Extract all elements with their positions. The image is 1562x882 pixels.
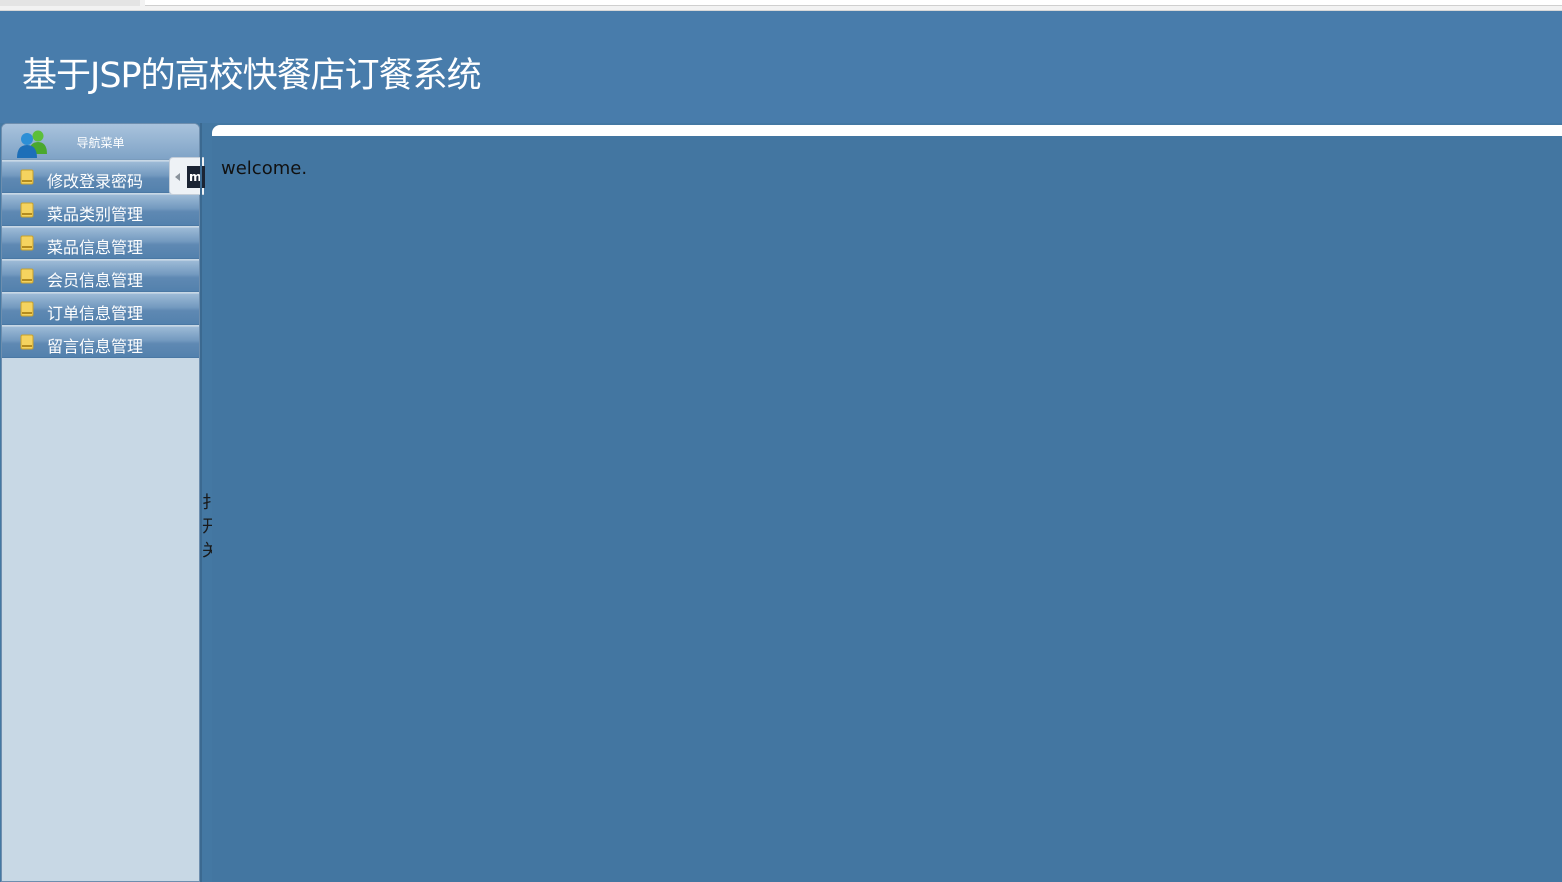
chevron-left-icon (175, 173, 180, 181)
collapse-badge: m (187, 166, 205, 188)
sidebar-heading-label: 导航菜单 (76, 136, 125, 150)
browser-tab-edge (0, 0, 140, 6)
browser-top-strip (0, 0, 1562, 11)
sidebar-item-label: 会员信息管理 (47, 271, 144, 290)
sidebar-item-label: 修改登录密码 (47, 172, 144, 191)
welcome-text: welcome. (221, 158, 308, 179)
folder-icon (20, 334, 34, 350)
sidebar-heading: 导航菜单 (2, 124, 199, 160)
folder-icon (20, 235, 34, 251)
sidebar-item-label: 留言信息管理 (47, 337, 144, 356)
sidebar: 导航菜单 修改登录密码 菜品类别管理 菜品信息管理 会员信息管理 订单信息管理 … (1, 123, 200, 882)
sidebar-item-dish-info[interactable]: 菜品信息管理 (2, 227, 199, 259)
folder-icon (20, 268, 34, 284)
sidebar-item-member-info[interactable]: 会员信息管理 (2, 260, 199, 292)
page-title: 基于JSP的高校快餐店订餐系统 (22, 56, 482, 96)
browser-address-bar-edge (145, 0, 1562, 6)
sidebar-item-message-info[interactable]: 留言信息管理 (2, 326, 199, 358)
sidebar-item-dish-category[interactable]: 菜品类别管理 (2, 194, 199, 226)
folder-icon (20, 202, 34, 218)
sidebar-item-label: 菜品类别管理 (47, 205, 144, 224)
folder-icon (20, 301, 34, 317)
main-content: welcome. (212, 125, 1562, 882)
page-header: 基于JSP的高校快餐店订餐系统 (0, 11, 1562, 123)
sidebar-collapse-button[interactable]: m (169, 157, 205, 195)
sidebar-item-label: 订单信息管理 (47, 304, 144, 323)
content-top-bar (212, 125, 1562, 136)
sidebar-item-order-info[interactable]: 订单信息管理 (2, 293, 199, 325)
sidebar-item-label: 菜品信息管理 (47, 238, 144, 257)
folder-icon (20, 169, 34, 185)
